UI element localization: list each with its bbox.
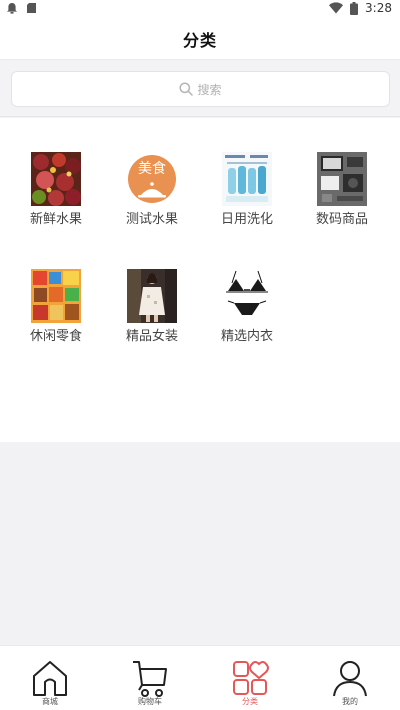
search-placeholder: 搜索 — [197, 82, 222, 97]
category-label: 测试水果 — [125, 212, 178, 227]
category-item-fresh-fruit[interactable]: 新鲜水果 — [11, 152, 101, 227]
tab-cart[interactable]: 购物车 — [100, 646, 200, 710]
search-icon — [179, 82, 194, 96]
battery-icon — [350, 1, 359, 15]
tab-category[interactable]: 分类 — [200, 646, 300, 710]
tab-profile[interactable]: 我的 — [300, 646, 400, 710]
search-input[interactable]: 搜索 — [11, 71, 390, 107]
lingerie-photo — [222, 269, 272, 323]
cart-icon — [133, 661, 167, 697]
page-header: 分类 — [0, 18, 400, 60]
tab-label: 商城 — [42, 697, 58, 706]
category-grid: 新鲜水果 美食 测试水果 日用洗化 数码商品 休闲零食 精品女装 精选内衣 — [0, 118, 400, 442]
status-bar: 3:28 — [0, 0, 400, 18]
notification-icon — [7, 3, 17, 14]
category-icon — [233, 661, 269, 695]
category-item-toiletries[interactable]: 日用洗化 — [202, 152, 292, 227]
category-label: 休闲零食 — [29, 329, 82, 344]
user-icon — [333, 661, 367, 697]
category-item-electronics[interactable]: 数码商品 — [297, 152, 387, 227]
tab-label: 分类 — [242, 697, 258, 706]
bottom-tab-bar: 商城 购物车 分类 我的 — [0, 645, 400, 710]
search-section: 搜索 — [0, 61, 400, 117]
category-label: 新鲜水果 — [29, 212, 82, 227]
tab-label: 购物车 — [138, 697, 162, 706]
category-item-womens-clothing[interactable]: 精品女装 — [107, 269, 197, 344]
wifi-icon — [329, 2, 344, 14]
electronics-photo — [317, 152, 367, 206]
snacks-photo — [31, 269, 81, 323]
tab-home[interactable]: 商城 — [0, 646, 100, 710]
category-item-lingerie[interactable]: 精选内衣 — [202, 269, 292, 344]
toiletries-photo — [222, 152, 272, 206]
fruit-photo — [31, 152, 81, 206]
category-label: 数码商品 — [315, 212, 368, 227]
status-time: 3:28 — [365, 1, 392, 15]
category-item-test-fruit[interactable]: 美食 测试水果 — [107, 152, 197, 227]
food-badge-text: 美食 — [138, 161, 166, 177]
category-label: 精选内衣 — [220, 329, 273, 344]
page-title: 分类 — [182, 30, 217, 50]
category-label: 精品女装 — [125, 329, 178, 344]
womens-clothing-photo — [127, 269, 177, 323]
category-item-snacks[interactable]: 休闲零食 — [11, 269, 101, 344]
category-label: 日用洗化 — [220, 212, 273, 227]
sd-card-icon — [27, 3, 36, 13]
home-icon — [33, 661, 67, 696]
tab-label: 我的 — [342, 697, 358, 706]
